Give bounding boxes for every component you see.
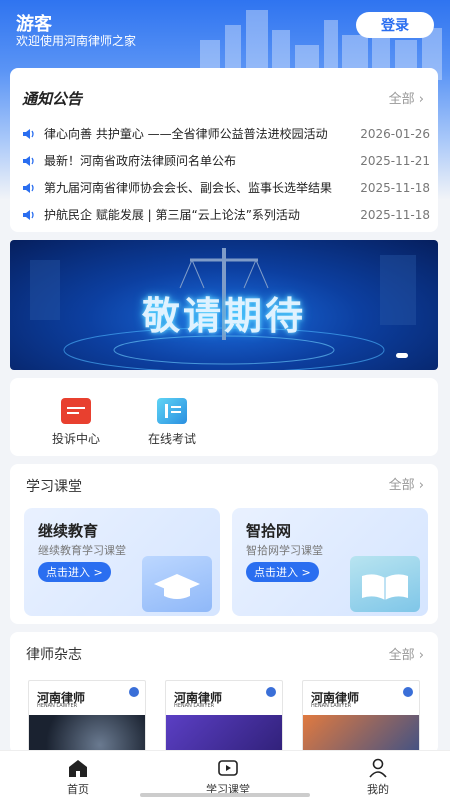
magazine-cover-subtitle: HENAN LAWYER xyxy=(311,703,352,709)
banner-carousel[interactable]: 敬请期待 xyxy=(10,240,438,370)
speaker-icon xyxy=(23,209,34,220)
notice-title: 通知公告 xyxy=(22,90,83,108)
notice-date: 2026-01-26 xyxy=(360,126,430,141)
chevron-right-icon: › xyxy=(418,478,424,493)
notice-more-link[interactable]: 全部 › xyxy=(389,88,424,107)
home-icon xyxy=(69,760,87,777)
study-card-desc: 继续教育学习课堂 xyxy=(38,544,126,557)
nav-label: 首页 xyxy=(67,783,89,796)
magazine-cover-image xyxy=(303,715,419,754)
notice-text: 第九届河南省律师协会会长、副会长、监事长选举结果 xyxy=(44,181,332,195)
enter-button[interactable]: 点击进入 > xyxy=(246,562,319,582)
quick-label: 投诉中心 xyxy=(51,432,100,446)
speaker-icon xyxy=(23,128,34,139)
complaint-icon xyxy=(61,398,91,424)
chevron-right-icon: › xyxy=(418,92,424,107)
notice-text: 护航民企 赋能发展 | 第三届“云上论法”系列活动 xyxy=(44,208,300,222)
notice-date: 2025-11-18 xyxy=(360,180,430,195)
notice-card: 通知公告 全部 › 律心向善 共护童心 ——全省律师公益普法进校园活动 2026… xyxy=(10,68,438,232)
login-button[interactable]: 登录 xyxy=(356,12,434,38)
study-title: 学习课堂 xyxy=(26,479,82,495)
notice-item[interactable]: 第九届河南省律师协会会长、副会长、监事长选举结果 2025-11-18 xyxy=(22,174,430,201)
quick-item-complaint[interactable]: 投诉中心 xyxy=(36,398,116,447)
quick-entry-card: 投诉中心 在线考试 xyxy=(10,378,438,456)
welcome-text: 欢迎使用河南律师之家 xyxy=(16,34,137,48)
notice-date: 2025-11-18 xyxy=(360,207,430,222)
notice-list: 律心向善 共护童心 ——全省律师公益普法进校园活动 2026-01-26 最新！… xyxy=(22,120,430,228)
magazine-cover[interactable]: 河南律师 HENAN LAWYER xyxy=(28,680,146,754)
study-card-title: 智拾网 xyxy=(246,522,292,540)
magazine-cover-subtitle: HENAN LAWYER xyxy=(37,703,78,709)
magazine-cover[interactable]: 河南律师 HENAN LAWYER xyxy=(302,680,420,754)
study-card-title: 继续教育 xyxy=(38,522,99,540)
quick-label: 在线考试 xyxy=(147,432,196,446)
nav-label: 我的 xyxy=(367,783,389,796)
study-card-zhishi[interactable]: 智拾网 智拾网学习课堂 点击进入 > xyxy=(232,508,428,616)
notice-item[interactable]: 最新！河南省政府法律顾问名单公布 2025-11-21 xyxy=(22,147,430,174)
study-card-desc: 智拾网学习课堂 xyxy=(246,544,323,557)
graduation-cap-icon xyxy=(142,556,212,612)
nav-item-study[interactable]: 学习课堂 xyxy=(188,757,268,797)
association-logo-icon xyxy=(403,687,413,697)
study-card-continuing-education[interactable]: 继续教育 继续教育学习课堂 点击进入 > xyxy=(24,508,220,616)
study-more-label: 全部 xyxy=(388,478,415,493)
study-more-link[interactable]: 全部 › xyxy=(389,474,424,493)
banner-text: 敬请期待 xyxy=(141,294,306,338)
user-icon xyxy=(369,758,387,778)
chevron-right-icon: › xyxy=(418,648,424,663)
magazine-more-link[interactable]: 全部 › xyxy=(389,644,424,663)
nav-item-home[interactable]: 首页 xyxy=(38,757,118,797)
video-icon xyxy=(218,760,238,776)
speaker-icon xyxy=(23,182,34,193)
magazine-more-label: 全部 xyxy=(388,648,415,663)
notice-more-label: 全部 xyxy=(388,92,415,107)
quick-item-exam[interactable]: 在线考试 xyxy=(132,398,212,447)
enter-button[interactable]: 点击进入 > xyxy=(38,562,111,582)
magazine-title: 律师杂志 xyxy=(26,647,82,663)
notice-date: 2025-11-21 xyxy=(360,153,430,168)
notice-text: 最新！河南省政府法律顾问名单公布 xyxy=(44,154,237,168)
notice-item[interactable]: 护航民企 赋能发展 | 第三届“云上论法”系列活动 2025-11-18 xyxy=(22,201,430,228)
magazine-section: 律师杂志 全部 › 河南律师 HENAN LAWYER 河南律师 HENAN L… xyxy=(10,632,438,754)
nav-item-profile[interactable]: 我的 xyxy=(338,757,418,797)
bottom-navigation: 首页 学习课堂 我的 xyxy=(0,750,450,800)
association-logo-icon xyxy=(266,687,276,697)
magazine-cover-image xyxy=(166,715,282,754)
carousel-indicator xyxy=(396,353,408,358)
notice-text: 律心向善 共护童心 ——全省律师公益普法进校园活动 xyxy=(44,127,328,141)
association-logo-icon xyxy=(129,687,139,697)
open-book-icon xyxy=(350,556,420,612)
home-indicator xyxy=(140,793,310,797)
exam-icon xyxy=(157,398,187,424)
speaker-icon xyxy=(23,155,34,166)
magazine-cover-subtitle: HENAN LAWYER xyxy=(174,703,215,709)
magazine-cover-image xyxy=(29,715,145,754)
study-section: 学习课堂 全部 › 继续教育 继续教育学习课堂 点击进入 > 智拾网 智拾网学习… xyxy=(10,464,438,624)
magazine-cover[interactable]: 河南律师 HENAN LAWYER xyxy=(165,680,283,754)
notice-item[interactable]: 律心向善 共护童心 ——全省律师公益普法进校园活动 2026-01-26 xyxy=(22,120,430,147)
carousel-dot-active xyxy=(396,353,408,358)
